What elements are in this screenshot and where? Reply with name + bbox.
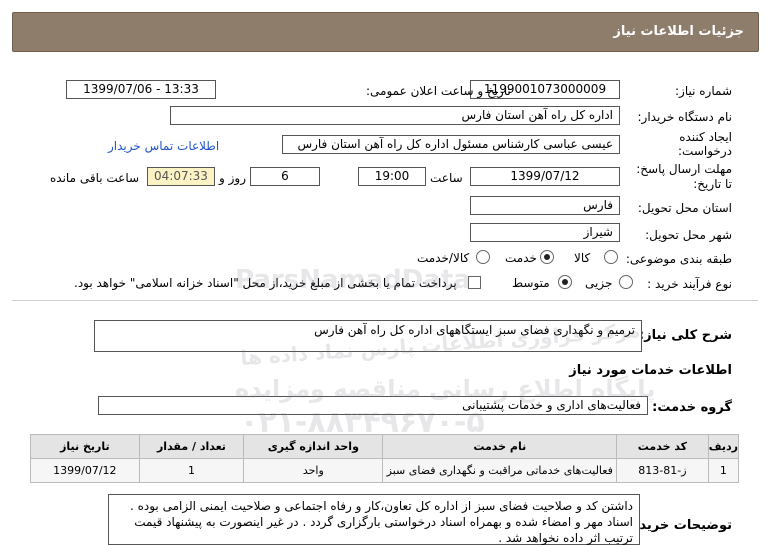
cell-unit: واحد	[243, 458, 384, 483]
category-option-goods-service: کالا/خدمت	[417, 251, 470, 265]
col-header-need-date: تاریخ نیاز	[30, 434, 140, 459]
buyer-notes-line3: ترتیب اثر داده نخواهد شد .	[498, 531, 633, 545]
process-radio-medium[interactable]	[558, 275, 572, 289]
creator-label-line2: درخواست:	[678, 144, 732, 158]
category-radio-service[interactable]	[540, 250, 554, 264]
page-title: جزئیات اطلاعات نیاز	[613, 24, 744, 39]
city-field: شیراز	[470, 223, 620, 242]
col-header-row-index: ردیف	[707, 434, 740, 459]
col-header-service-code: کد خدمت	[616, 434, 709, 459]
table-row: 1 ز-81-813 فعالیت‌های خدماتی مراقبت و نگ…	[30, 458, 740, 483]
need-number-label: شماره نیاز:	[675, 84, 732, 98]
service-group-field: فعالیت‌های اداری و خدمات پشتیبانی	[98, 396, 648, 415]
page-header: جزئیات اطلاعات نیاز	[12, 12, 759, 52]
province-field: فارس	[470, 196, 620, 215]
buyer-contact-link[interactable]: اطلاعات تماس خریدار	[108, 139, 219, 153]
deadline-label-line1: مهلت ارسال پاسخ:	[636, 162, 732, 176]
process-label: نوع فرآیند خرید :	[647, 277, 732, 291]
days-label: روز و	[219, 171, 246, 185]
process-radio-minor[interactable]	[619, 275, 633, 289]
category-option-goods: کالا	[574, 251, 591, 265]
deadline-date-field: 1399/07/12	[470, 167, 620, 186]
creator-field: عیسی عباسی کارشناس مسئول اداره کل راه آه…	[282, 135, 620, 154]
buyer-label: نام دستگاه خریدار:	[637, 110, 733, 124]
process-option-medium: متوسط	[512, 276, 550, 290]
buyer-notes-line2: اسناد مهر و امضاء شده و بهمراه اسناد درخ…	[134, 515, 633, 529]
remaining-time-field: 04:07:33	[147, 167, 215, 186]
days-field: 6	[250, 167, 320, 186]
col-header-service-name: نام خدمت	[382, 434, 618, 459]
services-section-title: اطلاعات خدمات مورد نیاز	[569, 363, 732, 378]
creator-label-line1: ایجاد کننده	[679, 130, 732, 144]
col-header-unit: واحد اندازه گیری	[243, 434, 384, 459]
deadline-time-label: ساعت	[430, 171, 463, 185]
divider	[12, 300, 758, 301]
cell-quantity: 1	[138, 458, 245, 483]
summary-field: ترمیم و نگهداری فضای سبز ایستگاههای ادار…	[94, 320, 642, 352]
category-radio-goods[interactable]	[604, 250, 618, 264]
category-label: طبقه بندی موضوعی:	[625, 252, 732, 266]
province-label: استان محل تحویل:	[637, 201, 732, 215]
deadline-label-line2: تا تاریخ:	[693, 177, 732, 191]
remaining-label: ساعت باقی مانده	[50, 171, 140, 185]
table-header-row: ردیف کد خدمت نام خدمت واحد اندازه گیری ت…	[30, 434, 740, 459]
category-radio-goods-service[interactable]	[476, 250, 490, 264]
cell-service-code: ز-81-813	[616, 458, 709, 483]
services-table: ردیف کد خدمت نام خدمت واحد اندازه گیری ت…	[30, 434, 740, 483]
category-option-service: خدمت	[505, 251, 537, 265]
summary-label: شرح کلی نیاز:	[638, 328, 732, 343]
deadline-time-field: 19:00	[358, 167, 426, 186]
treasury-payment-checkbox[interactable]	[468, 276, 481, 289]
announce-field: 1399/07/06 - 13:33	[66, 80, 216, 99]
buyer-notes-line1: داشتن کد و صلاحیت فضای سبز از اداره کل ت…	[129, 499, 633, 513]
announce-label: تاریخ و ساعت اعلان عمومی:	[366, 84, 511, 98]
cell-need-date: 1399/07/12	[30, 458, 140, 483]
col-header-quantity: تعداد / مقدار	[138, 434, 245, 459]
buyer-field: اداره کل راه آهن استان فارس	[170, 106, 620, 125]
city-label: شهر محل تحویل:	[645, 228, 732, 242]
service-group-label: گروه خدمت:	[652, 400, 732, 415]
process-option-minor: جزیی	[585, 276, 613, 290]
buyer-notes-box: داشتن کد و صلاحیت فضای سبز از اداره کل ت…	[108, 494, 640, 545]
cell-row-index: 1	[707, 458, 740, 483]
cell-service-name: فعالیت‌های خدماتی مراقبت و نگهداری فضای …	[382, 458, 618, 483]
payment-note: پرداخت تمام یا بخشی از مبلغ خرید،از محل …	[74, 276, 457, 290]
